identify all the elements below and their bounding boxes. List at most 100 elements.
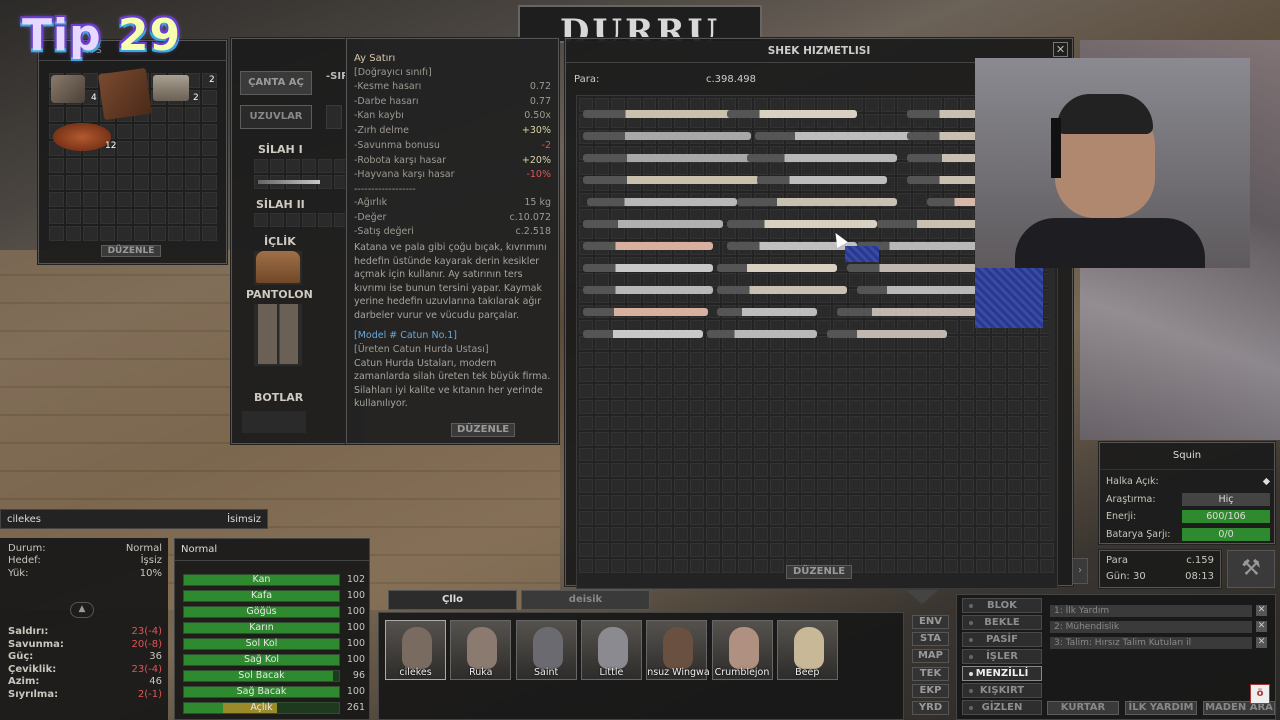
grid-cell[interactable] bbox=[801, 431, 816, 446]
shop-weapon-item[interactable] bbox=[857, 286, 977, 294]
grid-cell[interactable] bbox=[801, 161, 816, 176]
grid-cell[interactable] bbox=[928, 463, 943, 478]
grid-cell[interactable] bbox=[626, 272, 641, 287]
skill-row[interactable]: Çeviklik: 23(-4) bbox=[8, 664, 162, 677]
job-item[interactable]: 3: Talim: Hırsız Talim Kutuları il bbox=[1050, 637, 1252, 649]
grid-cell[interactable] bbox=[928, 527, 943, 541]
grid-cell[interactable] bbox=[944, 399, 959, 414]
grid-cell[interactable] bbox=[286, 159, 300, 173]
grid-cell[interactable] bbox=[928, 511, 943, 526]
grid-cell[interactable] bbox=[302, 159, 316, 173]
shop-weapon-item[interactable] bbox=[755, 132, 915, 140]
grid-cell[interactable] bbox=[737, 399, 752, 414]
grid-cell[interactable] bbox=[1023, 479, 1038, 494]
grid-cell[interactable] bbox=[722, 415, 736, 430]
grid-cell[interactable] bbox=[801, 368, 816, 383]
grid-cell[interactable] bbox=[976, 431, 991, 446]
grid-cell[interactable] bbox=[690, 272, 705, 287]
grid-cell[interactable] bbox=[658, 447, 673, 462]
grid-cell[interactable] bbox=[912, 447, 927, 462]
grid-cell[interactable] bbox=[66, 192, 81, 207]
grid-cell[interactable] bbox=[880, 527, 895, 541]
grid-cell[interactable] bbox=[912, 511, 927, 526]
grid-cell[interactable] bbox=[168, 226, 183, 241]
action-button[interactable]: İŞLER bbox=[962, 649, 1042, 664]
grid-cell[interactable] bbox=[737, 511, 752, 526]
grid-cell[interactable] bbox=[960, 384, 975, 398]
grid-cell[interactable] bbox=[690, 558, 705, 573]
grid-cell[interactable] bbox=[944, 542, 959, 557]
grid-cell[interactable] bbox=[100, 158, 115, 173]
side-menu-button[interactable]: YRD bbox=[912, 701, 949, 715]
side-menu-button[interactable]: MAP bbox=[912, 649, 949, 664]
bottom-action-button[interactable]: KURTAR bbox=[1047, 701, 1119, 715]
grid-cell[interactable] bbox=[1023, 527, 1038, 541]
grid-cell[interactable] bbox=[674, 463, 689, 478]
grid-cell[interactable] bbox=[944, 447, 959, 462]
grid-cell[interactable] bbox=[912, 415, 927, 430]
grid-cell[interactable] bbox=[880, 352, 895, 367]
grid-cell[interactable] bbox=[880, 495, 895, 510]
grid-cell[interactable] bbox=[100, 192, 115, 207]
grid-cell[interactable] bbox=[722, 479, 736, 494]
grid-cell[interactable] bbox=[610, 542, 625, 557]
action-button[interactable]: PASİF bbox=[962, 632, 1042, 647]
skill-row[interactable]: Savunma: 20(-8) bbox=[8, 639, 162, 652]
shop-weapon-item[interactable] bbox=[583, 154, 759, 162]
grid-cell[interactable] bbox=[185, 124, 200, 139]
grid-cell[interactable] bbox=[928, 368, 943, 383]
shop-weapon-item[interactable] bbox=[707, 330, 817, 338]
grid-cell[interactable] bbox=[610, 352, 625, 367]
grid-cell[interactable] bbox=[801, 352, 816, 367]
grid-cell[interactable] bbox=[690, 352, 705, 367]
grid-cell[interactable] bbox=[960, 272, 975, 287]
grid-cell[interactable] bbox=[626, 511, 641, 526]
grid-cell[interactable] bbox=[960, 479, 975, 494]
grid-cell[interactable] bbox=[626, 558, 641, 573]
grid-cell[interactable] bbox=[185, 141, 200, 156]
grid-cell[interactable] bbox=[992, 415, 1007, 430]
grid-cell[interactable] bbox=[944, 431, 959, 446]
shop-weapon-item[interactable] bbox=[717, 308, 817, 316]
grid-cell[interactable] bbox=[769, 399, 784, 414]
grid-cell[interactable] bbox=[202, 124, 217, 139]
grid-cell[interactable] bbox=[168, 107, 183, 122]
grid-cell[interactable] bbox=[785, 542, 800, 557]
grid-cell[interactable] bbox=[706, 511, 721, 526]
grid-cell[interactable] bbox=[944, 272, 959, 287]
grid-cell[interactable] bbox=[722, 431, 736, 446]
grid-cell[interactable] bbox=[706, 352, 721, 367]
bottom-action-button[interactable]: İLK YARDIM bbox=[1125, 701, 1197, 715]
grid-cell[interactable] bbox=[658, 511, 673, 526]
grid-cell[interactable] bbox=[594, 527, 609, 541]
grid-cell[interactable] bbox=[928, 447, 943, 462]
squad-portrait[interactable]: Little bbox=[580, 620, 642, 680]
grid-cell[interactable] bbox=[880, 463, 895, 478]
grid-cell[interactable] bbox=[658, 415, 673, 430]
action-button[interactable]: KIŞKIRT bbox=[962, 683, 1042, 698]
grid-cell[interactable] bbox=[302, 213, 316, 227]
grid-cell[interactable] bbox=[202, 209, 217, 224]
grid-cell[interactable] bbox=[642, 511, 657, 526]
grid-cell[interactable] bbox=[722, 495, 736, 510]
grid-cell[interactable] bbox=[992, 558, 1007, 573]
grid-cell[interactable] bbox=[579, 447, 593, 462]
grid-cell[interactable] bbox=[674, 368, 689, 383]
grid-cell[interactable] bbox=[833, 447, 848, 462]
grid-cell[interactable] bbox=[1008, 399, 1022, 414]
grid-cell[interactable] bbox=[801, 542, 816, 557]
grid-cell[interactable] bbox=[928, 161, 943, 176]
shop-weapon-item[interactable] bbox=[583, 330, 703, 338]
grid-cell[interactable] bbox=[976, 368, 991, 383]
squad-portrait[interactable]: nsuz Wingwa bbox=[646, 620, 710, 680]
grid-cell[interactable] bbox=[610, 558, 625, 573]
grid-cell[interactable] bbox=[610, 384, 625, 398]
grid-cell[interactable] bbox=[785, 399, 800, 414]
grid-cell[interactable] bbox=[976, 527, 991, 541]
grid-cell[interactable] bbox=[833, 527, 848, 541]
grid-cell[interactable] bbox=[753, 527, 768, 541]
grid-cell[interactable] bbox=[865, 272, 879, 287]
grid-cell[interactable] bbox=[168, 124, 183, 139]
grid-cell[interactable] bbox=[912, 399, 927, 414]
grid-cell[interactable] bbox=[658, 463, 673, 478]
